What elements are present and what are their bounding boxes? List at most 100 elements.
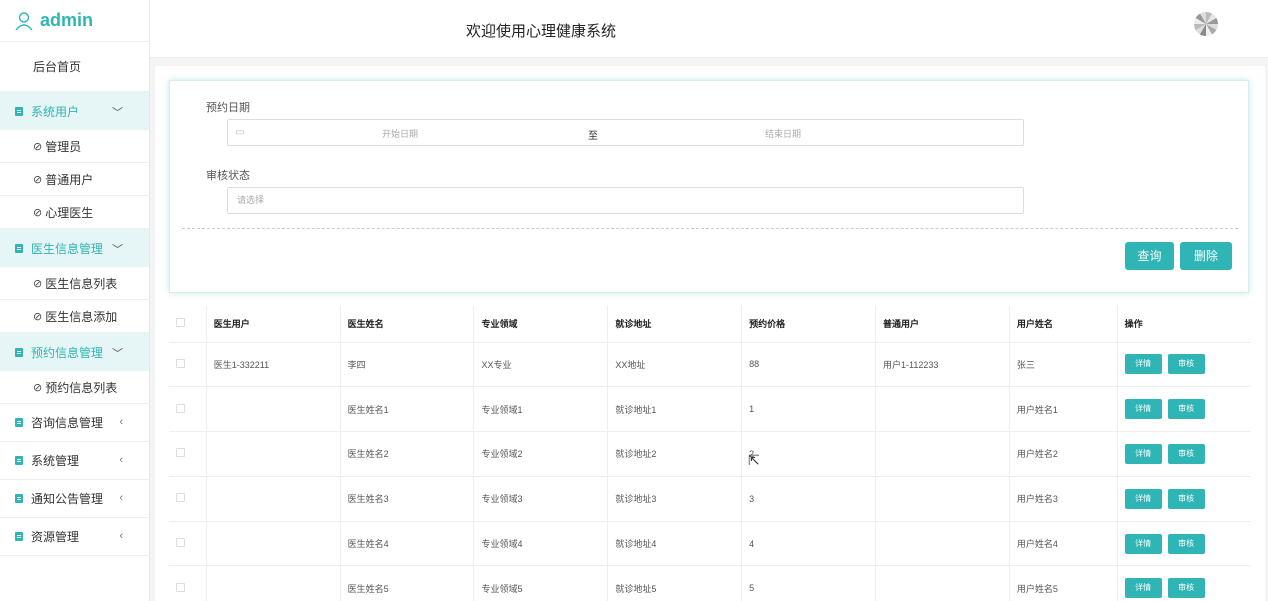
status-label: 审核状态 [206, 170, 250, 182]
table-cell [205, 476, 341, 522]
row-checkbox[interactable] [176, 403, 185, 413]
row-select-cell[interactable] [169, 521, 207, 567]
sidebar-item-admin[interactable]: ⊘ 管理员 [0, 130, 149, 163]
table-cell [875, 565, 1010, 601]
review-button[interactable]: 审核 [1167, 354, 1205, 375]
table-cell: 医生1-332211 [205, 342, 341, 388]
end-date-input[interactable]: 结束日期 [765, 127, 801, 140]
table-cell: 专业领域5 [473, 565, 608, 601]
row-checkbox[interactable] [176, 493, 185, 503]
row-select-cell[interactable] [169, 431, 207, 477]
table-cell: 用户姓名2 [1008, 431, 1118, 477]
review-button[interactable]: 审核 [1167, 399, 1205, 420]
table-cell: 就诊地址5 [607, 565, 742, 601]
avatar[interactable] [1194, 12, 1218, 36]
check-circle-icon: ⊘ [33, 310, 43, 323]
review-button[interactable]: 审核 [1167, 443, 1205, 464]
row-checkbox[interactable] [176, 538, 185, 548]
sidebar-group-doctor-info[interactable]: 医生信息管理 ﹀ [0, 229, 149, 267]
row-select-cell[interactable] [169, 476, 207, 522]
sidebar-item-appointment-list[interactable]: ⊘ 预约信息列表 [0, 371, 149, 404]
sidebar-item-doctor-list[interactable]: ⊘ 医生信息列表 [0, 267, 149, 300]
table-cell: 医生姓名3 [339, 476, 474, 522]
start-date-input[interactable]: 开始日期 [382, 127, 418, 140]
detail-button[interactable]: 详情 [1124, 399, 1162, 420]
table-cell [205, 521, 341, 567]
sidebar-group-label: 资源管理 [31, 530, 80, 544]
chevron-left-icon: ‹ [119, 492, 123, 504]
row-checkbox[interactable] [176, 582, 185, 592]
sidebar-item-normal-user[interactable]: ⊘ 普通用户 [0, 163, 149, 196]
select-all-cell[interactable] [169, 306, 207, 343]
check-circle-icon: ⊘ [33, 140, 43, 153]
table-cell: 用户姓名4 [1008, 521, 1118, 567]
table-cell: 就诊地址2 [607, 431, 742, 477]
detail-button[interactable]: 详情 [1124, 578, 1162, 599]
table-row: 医生1-332211 李四 XX专业 XX地址 88 用户1-112233 张三 详情 审核 [169, 342, 1251, 388]
review-button[interactable]: 审核 [1167, 488, 1205, 509]
sidebar-item-doctor[interactable]: ⊘ 心理医生 [0, 196, 149, 229]
row-select-cell[interactable] [169, 565, 207, 601]
column-header: 专业领域 [473, 306, 608, 343]
sidebar-group-resource[interactable]: 资源管理 ‹ [0, 518, 149, 556]
sidebar-group-consult[interactable]: 咨询信息管理 ‹ [0, 404, 149, 442]
document-icon [15, 494, 23, 503]
date-range-picker[interactable]: ▭ 开始日期 至 结束日期 [227, 119, 1024, 146]
delete-button[interactable]: 删除 [1180, 242, 1232, 270]
actions-cell: 详情 审核 [1116, 386, 1251, 433]
detail-button[interactable]: 详情 [1124, 488, 1162, 509]
column-header: 操作 [1116, 306, 1251, 343]
chevron-left-icon: ‹ [119, 530, 123, 542]
main-content: 预约日期 ▭ 开始日期 至 结束日期 审核状态 请选择 查询 删除 医生用户 医… [155, 66, 1265, 601]
detail-button[interactable]: 详情 [1124, 354, 1162, 375]
brand: admin [0, 0, 149, 42]
table-row: 医生姓名1 专业领域1 就诊地址1 1 用户姓名1 详情 审核 [169, 386, 1251, 433]
table-cell: XX专业 [473, 342, 608, 388]
status-select[interactable]: 请选择 [227, 187, 1024, 214]
header: 欢迎使用心理健康系统 [150, 0, 1268, 58]
review-button[interactable]: 审核 [1167, 533, 1205, 554]
sidebar-group-system-users[interactable]: 系统用户 ﹀ [0, 92, 149, 130]
query-button[interactable]: 查询 [1125, 242, 1174, 270]
sidebar-item-label: 预约信息列表 [45, 380, 118, 395]
row-checkbox[interactable] [176, 448, 185, 458]
table-cell: 就诊地址4 [607, 521, 742, 567]
sidebar-group-appointment[interactable]: 预约信息管理 ﹀ [0, 333, 149, 371]
data-table: 医生用户 医生姓名 专业领域 就诊地址 预约价格 普通用户 用户姓名 操作 医生… [169, 306, 1251, 601]
sidebar-item-doctor-add[interactable]: ⊘ 医生信息添加 [0, 300, 149, 333]
chevron-down-icon: ﹀ [112, 244, 123, 256]
table-cell: 用户1-112233 [875, 342, 1010, 388]
chevron-down-icon: ﹀ [112, 348, 123, 360]
row-select-cell[interactable] [169, 386, 207, 433]
table-row: 医生姓名3 专业领域3 就诊地址3 3 用户姓名3 详情 审核 [169, 476, 1251, 522]
document-icon [15, 243, 23, 253]
check-circle-icon: ⊘ [33, 277, 43, 290]
row-select-cell[interactable] [169, 342, 207, 388]
document-icon [15, 418, 23, 427]
divider [182, 228, 1238, 229]
column-header: 就诊地址 [607, 306, 742, 343]
detail-button[interactable]: 详情 [1124, 533, 1162, 554]
row-checkbox[interactable] [176, 358, 185, 368]
date-label: 预约日期 [206, 102, 250, 114]
sidebar-item-home[interactable]: 后台首页 [0, 42, 149, 92]
table-cell: 3 [741, 476, 876, 522]
brand-name: admin [40, 10, 94, 30]
table-cell: 张三 [1008, 342, 1118, 388]
actions-cell: 详情 审核 [1116, 431, 1251, 477]
chevron-left-icon: ‹ [119, 416, 123, 428]
select-all-checkbox[interactable] [176, 318, 185, 328]
actions-cell: 详情 审核 [1116, 476, 1251, 522]
detail-button[interactable]: 详情 [1124, 443, 1162, 464]
table-cell: 专业领域3 [473, 476, 608, 522]
column-header: 医生姓名 [339, 306, 474, 343]
user-icon [15, 11, 33, 30]
table-cell: 就诊地址3 [607, 476, 742, 522]
sidebar-group-system[interactable]: 系统管理 ‹ [0, 442, 149, 480]
table-cell [875, 521, 1010, 567]
table-cell: 专业领域2 [473, 431, 608, 477]
table-cell: 专业领域1 [473, 386, 608, 433]
sidebar-group-notice[interactable]: 通知公告管理 ‹ [0, 480, 149, 518]
sidebar-group-label: 系统用户 [31, 104, 80, 119]
review-button[interactable]: 审核 [1167, 578, 1205, 599]
